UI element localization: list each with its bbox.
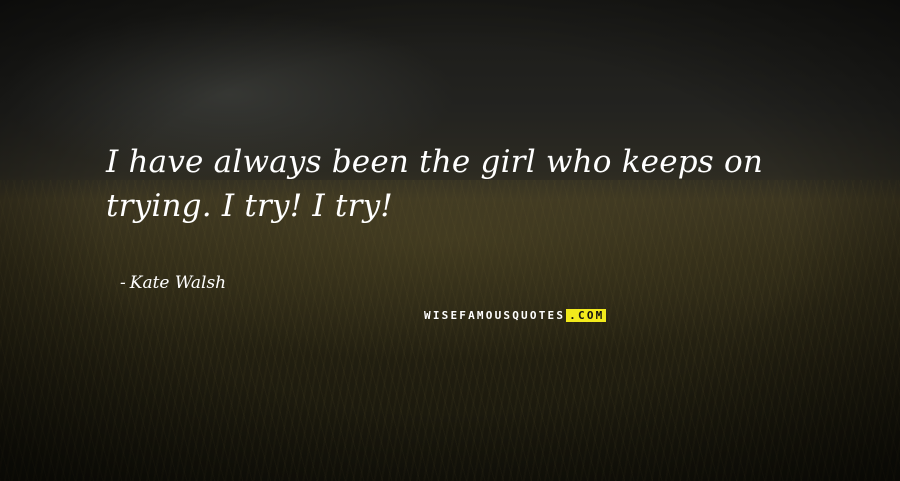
quote-author: - Kate Walsh [120, 272, 226, 294]
author-dash: - [120, 273, 126, 293]
watermark-suffix: .COM [566, 308, 607, 322]
watermark-main: WISEFAMOUSQUOTES [424, 308, 566, 322]
quote-text: I have always been the girl who keeps on… [106, 140, 826, 228]
site-watermark: WISEFAMOUSQUOTES .COM [421, 307, 609, 323]
quote-line-2: trying. I try! I try! [106, 188, 393, 224]
author-name: Kate Walsh [129, 273, 227, 293]
vignette-overlay [0, 0, 900, 481]
quote-line-1: I have always been the girl who keeps on [106, 144, 764, 180]
